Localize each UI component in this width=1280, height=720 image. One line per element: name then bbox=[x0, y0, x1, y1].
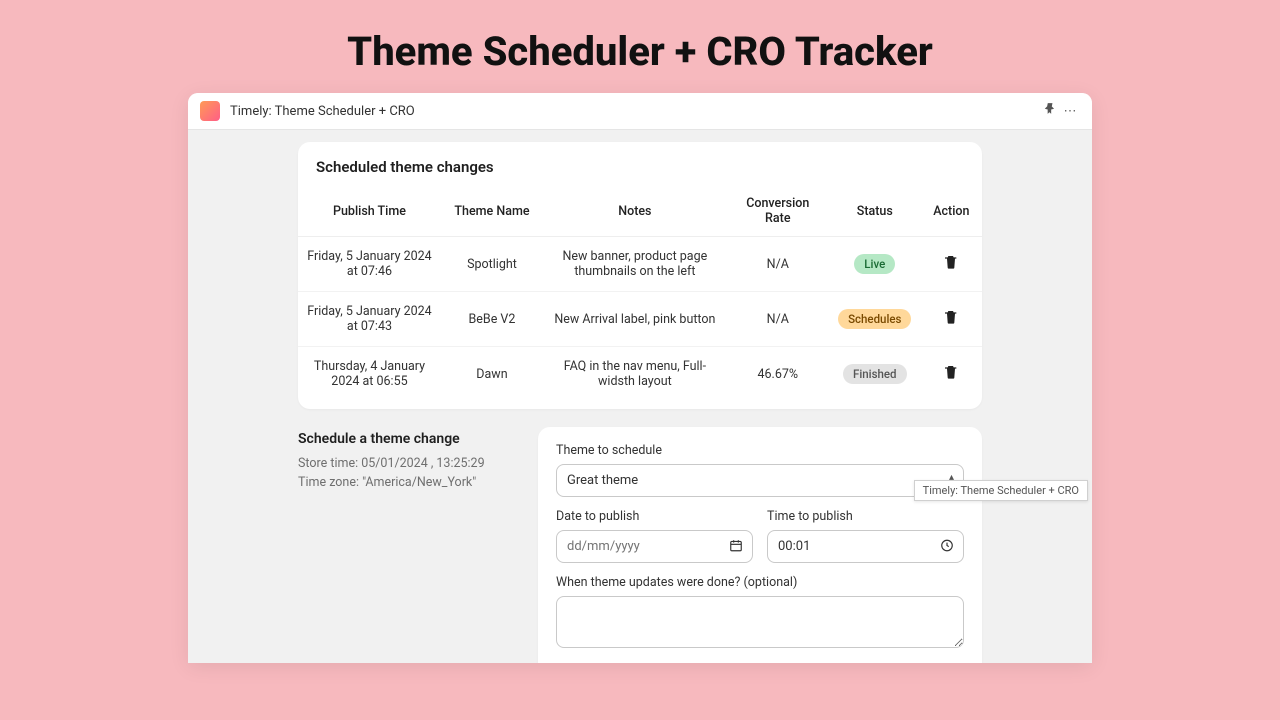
cell-status: Live bbox=[829, 237, 921, 292]
col-theme-name: Theme Name bbox=[441, 186, 543, 237]
status-badge: Live bbox=[854, 254, 895, 274]
col-status: Status bbox=[829, 186, 921, 237]
theme-select[interactable]: Great theme bbox=[556, 464, 964, 497]
col-publish-time: Publish Time bbox=[298, 186, 441, 237]
notes-textarea-label: When theme updates were done? (optional) bbox=[556, 575, 964, 590]
date-input-label: Date to publish bbox=[556, 509, 753, 524]
table-row: Thursday, 4 January 2024 at 06:55DawnFAQ… bbox=[298, 347, 982, 402]
tooltip: Timely: Theme Scheduler + CRO bbox=[914, 480, 1088, 501]
scheduled-changes-card: Scheduled theme changes Publish Time The… bbox=[298, 142, 982, 409]
page-title: Theme Scheduler + CRO Tracker bbox=[0, 0, 1280, 93]
time-input[interactable] bbox=[767, 530, 964, 563]
time-zone-label: Time zone: "America/New_York" bbox=[298, 474, 518, 493]
cell-status: Finished bbox=[829, 347, 921, 402]
cell-conversion-rate: N/A bbox=[727, 237, 829, 292]
cell-notes: FAQ in the nav menu, Full-widsth layout bbox=[543, 347, 727, 402]
trash-icon[interactable] bbox=[943, 309, 959, 325]
col-notes: Notes bbox=[543, 186, 727, 237]
col-action: Action bbox=[921, 186, 982, 237]
time-input-label: Time to publish bbox=[767, 509, 964, 524]
cell-theme-name: BeBe V2 bbox=[441, 292, 543, 347]
cell-status: Schedules bbox=[829, 292, 921, 347]
pin-icon[interactable] bbox=[1040, 102, 1060, 120]
app-icon bbox=[200, 101, 220, 121]
cell-action bbox=[921, 237, 982, 292]
cell-publish-time: Thursday, 4 January 2024 at 06:55 bbox=[298, 347, 441, 402]
app-window: Timely: Theme Scheduler + CRO ⋯ Schedule… bbox=[188, 93, 1092, 663]
app-name-label: Timely: Theme Scheduler + CRO bbox=[230, 104, 415, 119]
trash-icon[interactable] bbox=[943, 364, 959, 380]
schedule-info-heading: Schedule a theme change bbox=[298, 431, 518, 447]
cell-theme-name: Spotlight bbox=[441, 237, 543, 292]
schedule-form-card: Theme to schedule Great theme ▴▾ Date to… bbox=[538, 427, 982, 663]
cell-notes: New banner, product page thumbnails on t… bbox=[543, 237, 727, 292]
schedule-info: Schedule a theme change Store time: 05/0… bbox=[298, 427, 518, 493]
scheduled-changes-table: Publish Time Theme Name Notes Conversion… bbox=[298, 186, 982, 401]
cell-notes: New Arrival label, pink button bbox=[543, 292, 727, 347]
titlebar: Timely: Theme Scheduler + CRO ⋯ bbox=[188, 93, 1092, 130]
status-badge: Finished bbox=[843, 364, 907, 384]
store-time-label: Store time: 05/01/2024 , 13:25:29 bbox=[298, 455, 518, 474]
date-input[interactable] bbox=[556, 530, 753, 563]
scheduled-changes-title: Scheduled theme changes bbox=[298, 158, 982, 186]
table-row: Friday, 5 January 2024 at 07:43BeBe V2Ne… bbox=[298, 292, 982, 347]
cell-action bbox=[921, 292, 982, 347]
status-badge: Schedules bbox=[838, 309, 911, 329]
cell-publish-time: Friday, 5 January 2024 at 07:46 bbox=[298, 237, 441, 292]
col-conversion-rate: Conversion Rate bbox=[727, 186, 829, 237]
cell-conversion-rate: 46.67% bbox=[727, 347, 829, 402]
table-row: Friday, 5 January 2024 at 07:46Spotlight… bbox=[298, 237, 982, 292]
trash-icon[interactable] bbox=[943, 254, 959, 270]
notes-textarea[interactable] bbox=[556, 596, 964, 648]
content-scroll[interactable]: Scheduled theme changes Publish Time The… bbox=[188, 130, 1092, 663]
cell-publish-time: Friday, 5 January 2024 at 07:43 bbox=[298, 292, 441, 347]
theme-select-label: Theme to schedule bbox=[556, 443, 964, 458]
cell-action bbox=[921, 347, 982, 402]
cell-conversion-rate: N/A bbox=[727, 292, 829, 347]
cell-theme-name: Dawn bbox=[441, 347, 543, 402]
more-icon[interactable]: ⋯ bbox=[1060, 104, 1080, 119]
